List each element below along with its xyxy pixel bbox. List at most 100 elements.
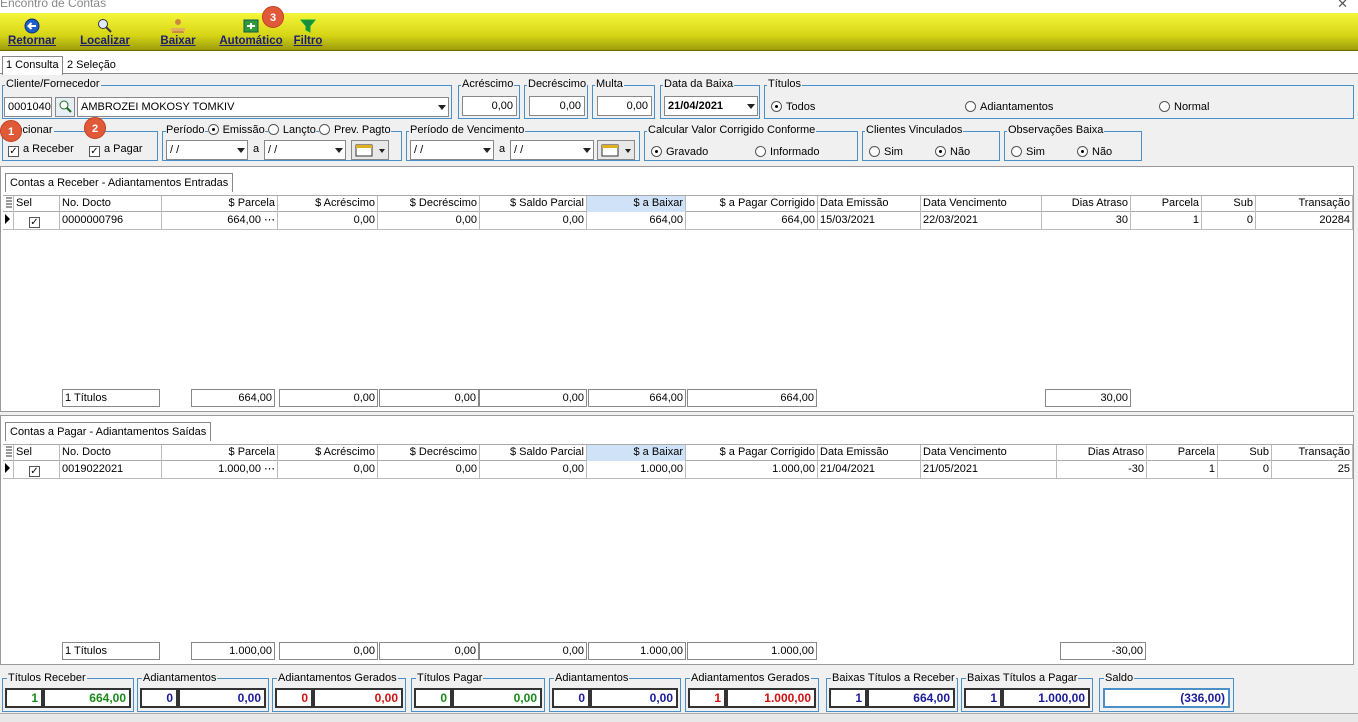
- grid-menu-icon[interactable]: [3, 196, 14, 212]
- row-select-checkbox[interactable]: ✓: [14, 212, 60, 230]
- close-icon[interactable]: ✕: [1337, 0, 1348, 10]
- radio-obs-nao[interactable]: Não: [1077, 146, 1112, 159]
- column-header[interactable]: $ a Baixar: [587, 196, 686, 212]
- column-header[interactable]: $ Parcela: [162, 445, 278, 461]
- row-select-checkbox[interactable]: ✓: [14, 461, 60, 479]
- column-header[interactable]: Sel: [14, 445, 60, 461]
- radio-emissao[interactable]: Emissão: [207, 124, 265, 136]
- radio-vinc-sim[interactable]: Sim: [869, 146, 903, 159]
- footer-total: 0,00: [479, 642, 587, 660]
- calendar-icon: [355, 144, 385, 157]
- periodo-from-picker[interactable]: / /: [166, 140, 248, 160]
- column-header[interactable]: No. Docto: [60, 196, 162, 212]
- column-header[interactable]: Data Vencimento: [921, 196, 1042, 212]
- column-header[interactable]: $ Saldo Parcial: [480, 445, 587, 461]
- cliente-name-select[interactable]: AMBROZEI MOKOSY TOMKIV: [77, 97, 449, 117]
- localizar-button[interactable]: Localizar: [78, 13, 132, 51]
- column-header[interactable]: $ a Baixar: [587, 445, 686, 461]
- baixar-label: Baixar: [160, 35, 196, 47]
- radio-lancto[interactable]: Lançto: [267, 124, 316, 136]
- column-header[interactable]: $ Parcela: [162, 196, 278, 212]
- column-header[interactable]: $ Acréscimo: [278, 445, 378, 461]
- radio-gravado[interactable]: Gravado: [651, 146, 708, 159]
- column-header[interactable]: Dias Atraso: [1057, 445, 1147, 461]
- radio-vinc-nao-label: Não: [950, 146, 971, 158]
- summary-label: Títulos Receber: [7, 672, 87, 684]
- acrescimo-field[interactable]: 0,00: [462, 96, 517, 116]
- checkmark-icon: ✓: [29, 466, 40, 477]
- summary-box: Adiantamentos 0 0,00: [137, 672, 269, 712]
- column-header[interactable]: Sub: [1202, 196, 1256, 212]
- table-row[interactable]: ✓ 0019022021 1.000,00 ⋯ 0,00 0,00 0,00 1.000,0…: [3, 461, 1353, 479]
- table-cell: 0,00: [278, 461, 378, 479]
- column-header[interactable]: $ a Pagar Corrigido: [686, 445, 818, 461]
- column-header[interactable]: $ Decréscimo: [378, 196, 480, 212]
- radio-todos-label: Todos: [786, 101, 816, 113]
- chevron-down-icon: [583, 148, 591, 153]
- chevron-down-icon: [483, 148, 491, 153]
- table-cell: 0,00: [378, 212, 480, 230]
- table-cell: 22/03/2021: [921, 212, 1042, 230]
- column-header[interactable]: No. Docto: [60, 445, 162, 461]
- column-header[interactable]: Sel: [14, 196, 60, 212]
- venc-from-picker[interactable]: / /: [410, 140, 494, 160]
- summary-box: Adiantamentos Gerados 0 0,00: [272, 672, 406, 712]
- filtro-button[interactable]: Filtro: [292, 13, 324, 51]
- column-header[interactable]: Transação: [1256, 196, 1353, 212]
- data-baixa-picker[interactable]: 21/04/2021: [664, 96, 758, 116]
- tab-contas-pagar[interactable]: Contas a Pagar - Adiantamentos Saídas: [5, 422, 212, 441]
- venc-calendar-button[interactable]: [597, 140, 635, 160]
- grid-menu-icon[interactable]: [3, 445, 14, 461]
- radio-todos[interactable]: Todos: [771, 101, 815, 114]
- table-row[interactable]: ✓ 0000000796 664,00 ⋯ 0,00 0,00 0,00 664,00 664…: [3, 212, 1353, 230]
- column-header[interactable]: $ Acréscimo: [278, 196, 378, 212]
- decrescimo-field[interactable]: 0,00: [529, 96, 585, 116]
- checkmark-icon: ✓: [29, 217, 40, 228]
- radio-vinc-nao[interactable]: Não: [935, 146, 970, 159]
- radio-prev-pagto[interactable]: Prev. Pagto: [318, 124, 391, 136]
- check-a-pagar[interactable]: ✓ a Pagar: [89, 143, 143, 157]
- radio-obs-sim[interactable]: Sim: [1011, 146, 1045, 159]
- check-a-receber[interactable]: ✓ a Receber: [8, 143, 74, 157]
- column-header[interactable]: Parcela: [1147, 445, 1218, 461]
- radio-normal[interactable]: Normal: [1159, 101, 1209, 114]
- summary-count: 0: [140, 688, 178, 708]
- radio-informado[interactable]: Informado: [755, 146, 820, 159]
- pagar-header-row: Sel No. Docto $ Parcela $ Acréscimo $ Decrés…: [3, 444, 1353, 461]
- tab-selecao[interactable]: 2 Seleção: [64, 57, 119, 74]
- column-header[interactable]: Transação: [1272, 445, 1353, 461]
- venc-to-picker[interactable]: / /: [510, 140, 594, 160]
- tab-consulta[interactable]: 1 Consulta: [2, 56, 63, 75]
- window-title: Encontro de Contas: [0, 0, 107, 10]
- multa-field[interactable]: 0,00: [597, 96, 652, 116]
- radio-adiantamentos[interactable]: Adiantamentos: [965, 101, 1053, 114]
- saldo-box: Saldo (336,00): [1099, 672, 1234, 712]
- column-header[interactable]: Sub: [1218, 445, 1272, 461]
- periodo-to-picker[interactable]: / /: [264, 140, 346, 160]
- column-header[interactable]: Data Emissão: [818, 196, 921, 212]
- summary-label: Baixas Títulos a Receber: [831, 672, 956, 684]
- column-header[interactable]: Dias Atraso: [1042, 196, 1131, 212]
- summary-label: Adiantamentos: [554, 672, 630, 684]
- column-header[interactable]: $ a Pagar Corrigido: [686, 196, 818, 212]
- cliente-search-button[interactable]: [55, 97, 75, 117]
- column-header[interactable]: Data Vencimento: [921, 445, 1057, 461]
- radio-prev-pagto-label: Prev. Pagto: [333, 124, 391, 136]
- table-cell: 30: [1042, 212, 1131, 230]
- baixar-button[interactable]: Baixar: [158, 13, 198, 51]
- column-header[interactable]: Data Emissão: [818, 445, 921, 461]
- retornar-button[interactable]: Retornar: [6, 13, 58, 51]
- data-baixa-group: Data da Baixa 21/04/2021: [660, 78, 760, 119]
- calendar-icon: [601, 144, 631, 157]
- column-header[interactable]: $ Decréscimo: [378, 445, 480, 461]
- column-header[interactable]: $ Saldo Parcial: [480, 196, 587, 212]
- tab-contas-receber[interactable]: Contas a Receber - Adiantamentos Entrada…: [5, 173, 234, 192]
- periodo-calendar-button[interactable]: [351, 140, 389, 160]
- column-header[interactable]: Parcela: [1131, 196, 1202, 212]
- chevron-down-icon: [335, 148, 343, 153]
- cliente-group: Cliente/Fornecedor 0001040 AMBROZEI MOKO…: [2, 78, 452, 119]
- check-a-pagar-label: a Pagar: [104, 143, 143, 155]
- table-cell: 0: [1218, 461, 1272, 479]
- cliente-code-field[interactable]: 0001040: [4, 97, 52, 117]
- summary-label: Adiantamentos: [142, 672, 218, 684]
